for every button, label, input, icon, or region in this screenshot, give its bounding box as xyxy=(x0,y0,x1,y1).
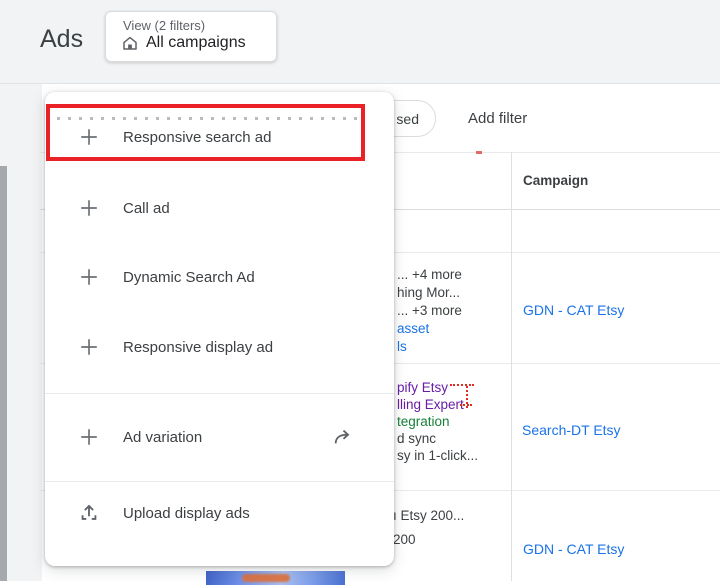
ad-cell-text: ı Etsy 200... 200 xyxy=(393,504,464,552)
filter-chip-text: sed xyxy=(396,110,419,127)
vertical-scrollbar-thumb[interactable] xyxy=(0,166,7,581)
red-highlight-box xyxy=(46,104,365,161)
plus-icon xyxy=(78,426,100,448)
campaign-link[interactable]: GDN - CAT Etsy xyxy=(523,302,624,318)
menu-item-label: Ad variation xyxy=(123,428,203,446)
upload-icon xyxy=(78,502,100,524)
ad-cell-text: ... +4 more hing Mor... ... +3 more asset ls xyxy=(397,266,462,356)
home-icon xyxy=(121,34,139,52)
forward-arrow-icon xyxy=(332,426,354,448)
gray-dotted-annotation xyxy=(57,117,360,120)
menu-item-label: Responsive display ad xyxy=(123,338,274,356)
plus-icon xyxy=(78,336,100,358)
column-header-campaign[interactable]: Campaign xyxy=(523,173,588,188)
ad-text-fragment: tegration xyxy=(397,414,450,429)
menu-item-label: Dynamic Search Ad xyxy=(123,268,255,286)
plus-icon xyxy=(78,197,100,219)
campaign-view-filter-button[interactable]: View (2 filters) All campaigns xyxy=(105,11,277,62)
menu-item-label: Call ad xyxy=(123,199,170,217)
ad-text-fragment: ... +3 more xyxy=(397,303,462,318)
campaign-link[interactable]: Search-DT Etsy xyxy=(522,422,621,438)
view-button-value: All campaigns xyxy=(146,34,246,51)
menu-divider xyxy=(45,393,394,394)
menu-item-label: Upload display ads xyxy=(123,504,250,522)
menu-item-ad-variation[interactable]: Ad variation xyxy=(45,403,394,471)
menu-item-call-ad[interactable]: Call ad xyxy=(45,173,394,243)
ad-text-fragment: ls xyxy=(397,339,407,354)
plus-icon xyxy=(78,266,100,288)
ad-text-fragment: sy in 1-click... xyxy=(397,448,479,463)
ad-text-fragment: ... +4 more xyxy=(397,267,462,282)
new-ad-dropdown-menu: Responsive search ad Call ad Dynamic Sea… xyxy=(45,92,394,566)
red-dotted-annotation xyxy=(460,404,472,406)
ad-text-fragment: hing Mor... xyxy=(397,285,461,300)
menu-divider xyxy=(45,481,394,482)
red-dotted-annotation xyxy=(476,151,482,154)
menu-item-dynamic-search-ad[interactable]: Dynamic Search Ad xyxy=(45,242,394,312)
ad-thumbnail-image xyxy=(206,571,345,585)
ad-text-fragment: asset xyxy=(397,321,430,336)
ad-text-fragment: 200 xyxy=(393,532,416,547)
campaign-link[interactable]: GDN - CAT Etsy xyxy=(523,541,624,557)
page-title: Ads xyxy=(40,25,84,53)
menu-item-responsive-display-ad[interactable]: Responsive display ad xyxy=(45,312,394,382)
menu-item-upload-display-ads[interactable]: Upload display ads xyxy=(45,483,394,543)
add-filter-button[interactable]: Add filter xyxy=(468,100,527,137)
red-dotted-annotation xyxy=(450,384,474,386)
ad-text-fragment: d sync xyxy=(397,431,437,446)
view-filters-caption: View (2 filters) xyxy=(123,18,206,33)
ad-text-fragment: ı Etsy 200... xyxy=(393,508,465,523)
table-column-border xyxy=(511,152,512,581)
